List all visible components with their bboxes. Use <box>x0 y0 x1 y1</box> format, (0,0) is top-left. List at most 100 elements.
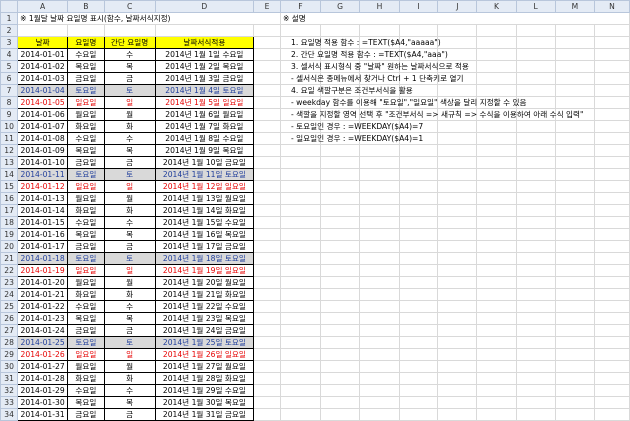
day-name-cell[interactable]: 목요일 <box>67 312 105 325</box>
cell[interactable] <box>319 336 361 349</box>
formatted-date-cell[interactable]: 2014년 1월 28일 화요일 <box>154 372 255 385</box>
cell[interactable] <box>515 204 556 217</box>
cell[interactable] <box>476 276 517 289</box>
short-day-cell[interactable]: 일 <box>103 180 156 193</box>
formatted-date-cell[interactable]: 2014년 1월 15일 수요일 <box>154 216 255 229</box>
cell[interactable] <box>515 300 556 313</box>
formatted-date-cell[interactable]: 2014년 1월 27일 월요일 <box>154 360 255 373</box>
cell[interactable] <box>253 132 281 145</box>
date-cell[interactable]: 2014-01-15 <box>17 216 69 229</box>
day-name-cell[interactable]: 화요일 <box>67 204 105 217</box>
cell[interactable] <box>253 264 281 277</box>
cell[interactable] <box>253 324 281 337</box>
row-header[interactable]: 6 <box>0 72 19 85</box>
cell[interactable] <box>554 300 596 313</box>
cell[interactable] <box>515 228 556 241</box>
cell[interactable] <box>437 192 478 205</box>
column-header-e[interactable]: E <box>253 0 281 13</box>
row-header[interactable]: 25 <box>0 300 19 313</box>
day-name-cell[interactable]: 수요일 <box>67 300 105 313</box>
day-name-cell[interactable]: 목요일 <box>67 228 105 241</box>
cell[interactable] <box>554 408 596 421</box>
cell[interactable] <box>319 216 361 229</box>
formatted-date-cell[interactable]: 2014년 1월 2일 목요일 <box>154 60 255 73</box>
cell[interactable] <box>319 312 361 325</box>
cell[interactable] <box>515 384 556 397</box>
cell[interactable] <box>359 228 400 241</box>
cell[interactable] <box>594 396 630 409</box>
column-header-j[interactable]: J <box>437 0 478 13</box>
cell[interactable] <box>515 156 556 169</box>
cell[interactable] <box>515 180 556 193</box>
cell[interactable] <box>594 348 630 361</box>
cell[interactable] <box>515 276 556 289</box>
cell[interactable] <box>437 312 478 325</box>
cell[interactable] <box>594 264 630 277</box>
column-header-c[interactable]: C <box>103 0 156 13</box>
cell[interactable] <box>253 48 281 61</box>
short-day-cell[interactable]: 화 <box>103 204 156 217</box>
day-name-cell[interactable]: 월요일 <box>67 360 105 373</box>
row-header[interactable]: 19 <box>0 228 19 241</box>
formatted-date-cell[interactable]: 2014년 1월 29일 수요일 <box>154 384 255 397</box>
row-header[interactable]: 34 <box>0 408 19 421</box>
cell[interactable] <box>253 120 281 133</box>
cell[interactable] <box>437 384 478 397</box>
header-date[interactable]: 날짜 <box>17 36 69 49</box>
day-name-cell[interactable]: 목요일 <box>67 144 105 157</box>
date-cell[interactable]: 2014-01-10 <box>17 156 69 169</box>
cell[interactable] <box>476 312 517 325</box>
date-cell[interactable]: 2014-01-14 <box>17 204 69 217</box>
cell[interactable] <box>279 252 321 265</box>
cell[interactable] <box>253 156 281 169</box>
cell[interactable] <box>554 72 596 85</box>
cell[interactable] <box>515 288 556 301</box>
cell[interactable] <box>515 36 556 49</box>
cell[interactable] <box>594 108 630 121</box>
cell[interactable] <box>515 132 556 145</box>
cell[interactable] <box>398 168 439 181</box>
cell[interactable] <box>554 204 596 217</box>
cell[interactable] <box>554 120 596 133</box>
row-header[interactable]: 11 <box>0 132 19 145</box>
cell[interactable] <box>253 60 281 73</box>
cell[interactable] <box>437 372 478 385</box>
day-name-cell[interactable]: 금요일 <box>67 408 105 421</box>
cell[interactable] <box>319 288 361 301</box>
cell[interactable] <box>476 396 517 409</box>
cell[interactable] <box>359 396 400 409</box>
cell[interactable] <box>398 156 439 169</box>
cell[interactable] <box>594 384 630 397</box>
cell[interactable] <box>253 384 281 397</box>
cell[interactable] <box>398 396 439 409</box>
cell[interactable] <box>437 252 478 265</box>
cell[interactable] <box>398 204 439 217</box>
cell[interactable] <box>319 276 361 289</box>
cell[interactable] <box>476 408 517 421</box>
date-cell[interactable]: 2014-01-22 <box>17 300 69 313</box>
cell[interactable] <box>279 24 321 37</box>
short-day-cell[interactable]: 금 <box>103 324 156 337</box>
cell[interactable] <box>398 24 439 37</box>
formatted-date-cell[interactable]: 2014년 1월 17일 금요일 <box>154 240 255 253</box>
header-day[interactable]: 요일명 <box>67 36 105 49</box>
short-day-cell[interactable]: 토 <box>103 252 156 265</box>
cell[interactable] <box>476 48 517 61</box>
cell[interactable] <box>594 228 630 241</box>
cell[interactable] <box>359 372 400 385</box>
cell[interactable] <box>319 300 361 313</box>
day-name-cell[interactable]: 토요일 <box>67 84 105 97</box>
cell[interactable] <box>554 144 596 157</box>
cell[interactable] <box>279 348 321 361</box>
date-cell[interactable]: 2014-01-30 <box>17 396 69 409</box>
cell[interactable] <box>279 216 321 229</box>
cell[interactable] <box>319 408 361 421</box>
cell[interactable] <box>476 204 517 217</box>
cell[interactable] <box>476 264 517 277</box>
column-header-i[interactable]: I <box>398 0 439 13</box>
cell[interactable] <box>554 228 596 241</box>
cell[interactable] <box>554 372 596 385</box>
cell[interactable] <box>437 36 478 49</box>
cell[interactable] <box>398 180 439 193</box>
cell[interactable] <box>279 192 321 205</box>
